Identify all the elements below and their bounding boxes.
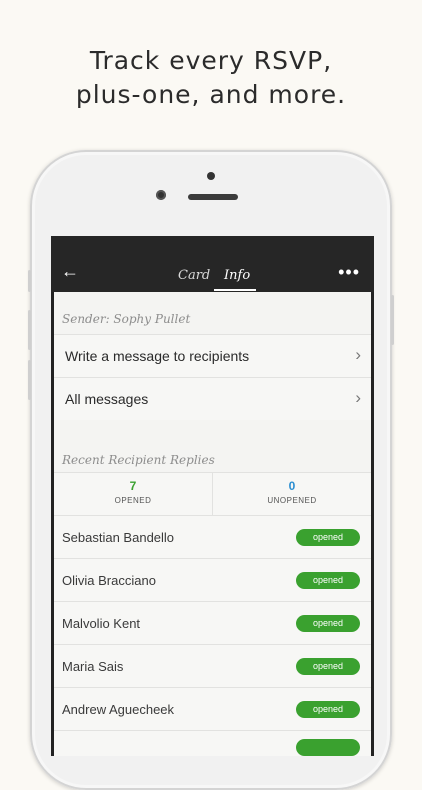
status-badge-partial xyxy=(296,739,360,756)
back-arrow-icon[interactable]: ← xyxy=(61,262,79,280)
unopened-count: 0 xyxy=(288,479,296,493)
chevron-right-icon: › xyxy=(355,345,361,364)
unopened-stat[interactable]: 0 UNOPENED xyxy=(213,473,371,515)
write-message-row[interactable]: Write a message to recipients › xyxy=(54,334,371,377)
active-tab-indicator xyxy=(214,289,256,291)
marketing-headline: Track every RSVP, plus-one, and more. xyxy=(0,44,422,112)
proximity-sensor xyxy=(207,172,215,180)
sender-label: Sender: Sophy Pullet xyxy=(62,312,191,326)
info-content: Sender: Sophy Pullet Write a message to … xyxy=(54,292,371,756)
recipient-row[interactable]: Sebastian Bandello opened xyxy=(54,515,371,558)
phone-screen: ← Card Info ••• Sender: Sophy Pullet Wri… xyxy=(51,236,374,756)
earpiece-speaker xyxy=(188,194,238,200)
recipient-name: Malvolio Kent xyxy=(62,616,141,631)
navigation-bar: ← Card Info ••• xyxy=(51,236,374,292)
recipient-row[interactable]: Olivia Bracciano opened xyxy=(54,558,371,601)
recipient-name: Sebastian Bandello xyxy=(62,530,175,545)
opened-count: 7 xyxy=(129,479,137,493)
opened-stat[interactable]: 7 OPENED xyxy=(54,473,213,515)
all-messages-row[interactable]: All messages › xyxy=(54,377,371,420)
volume-down-button xyxy=(28,360,31,400)
all-messages-label: All messages xyxy=(65,391,149,407)
status-badge: opened xyxy=(296,529,360,546)
recipient-row[interactable]: Maria Sais opened xyxy=(54,644,371,687)
status-badge: opened xyxy=(296,701,360,718)
status-badge: opened xyxy=(296,615,360,632)
chevron-right-icon: › xyxy=(355,388,361,407)
tab-card[interactable]: Card xyxy=(178,268,210,283)
unopened-caption: UNOPENED xyxy=(267,496,317,505)
recipient-row[interactable]: Andrew Aguecheek opened xyxy=(54,687,371,730)
recipient-name: Maria Sais xyxy=(62,659,124,674)
more-options-icon[interactable]: ••• xyxy=(338,262,360,283)
recipient-row[interactable]: Malvolio Kent opened xyxy=(54,601,371,644)
status-badge: opened xyxy=(296,658,360,675)
headline-line-1: Track every RSVP, xyxy=(89,46,333,75)
mute-switch xyxy=(28,270,31,292)
opened-caption: OPENED xyxy=(114,496,152,505)
recipient-row-partial[interactable] xyxy=(54,730,371,756)
recipient-name: Andrew Aguecheek xyxy=(62,702,175,717)
volume-up-button xyxy=(28,310,31,350)
open-stats: 7 OPENED 0 UNOPENED xyxy=(54,472,371,516)
tab-info[interactable]: Info xyxy=(224,268,250,283)
status-badge: opened xyxy=(296,572,360,589)
recipient-name: Olivia Bracciano xyxy=(62,573,156,588)
write-message-label: Write a message to recipients xyxy=(65,348,250,364)
recent-replies-label: Recent Recipient Replies xyxy=(62,453,215,467)
front-camera-icon xyxy=(156,190,166,200)
power-button xyxy=(391,295,394,345)
headline-line-2: plus-one, and more. xyxy=(75,80,347,109)
